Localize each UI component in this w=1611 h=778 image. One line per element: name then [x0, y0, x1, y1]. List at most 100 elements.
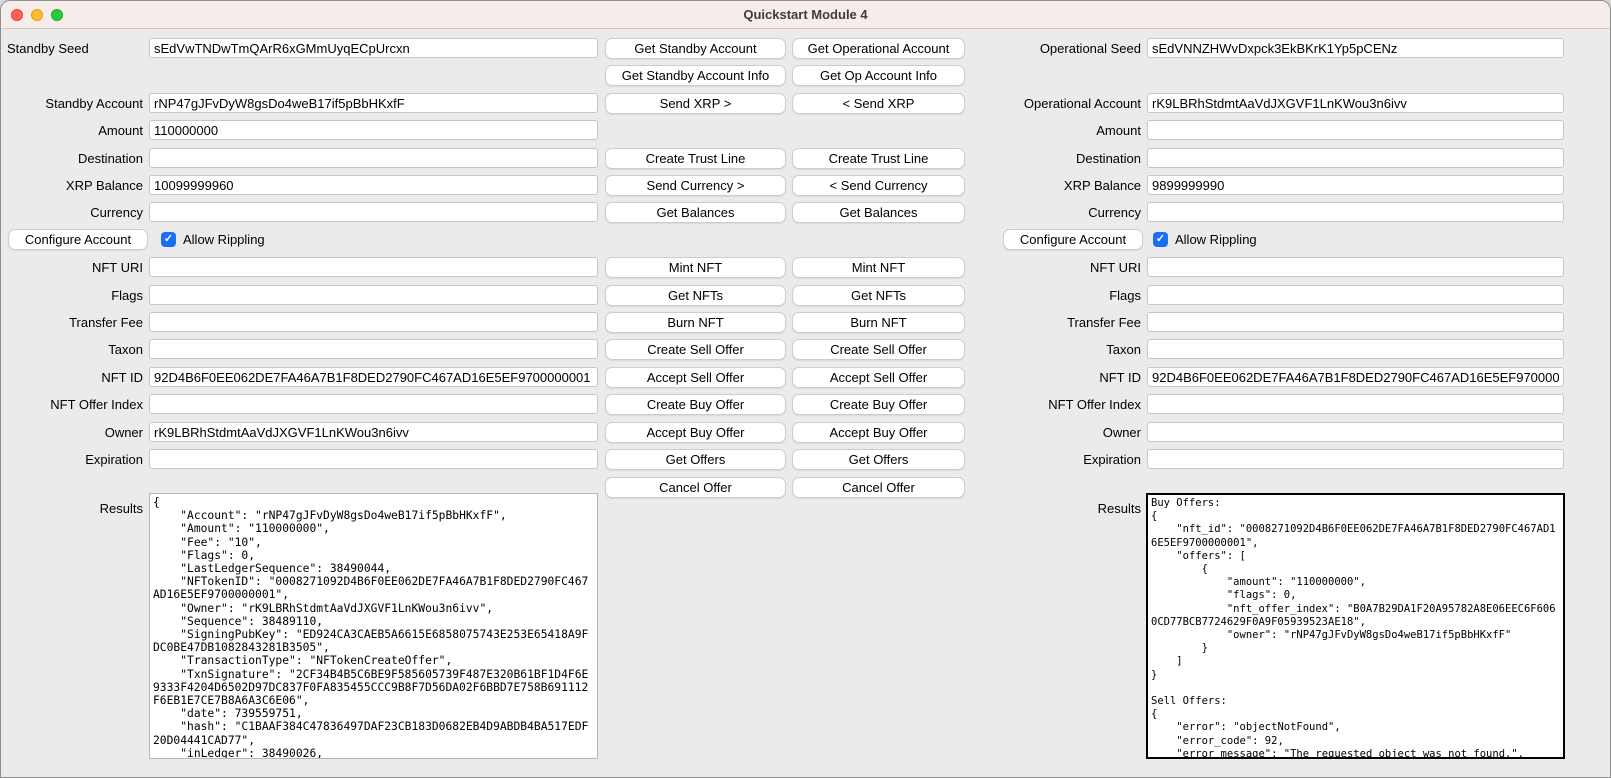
get-standby-account-button[interactable]: Get Standby Account: [605, 38, 786, 59]
operational-results-textarea[interactable]: Buy Offers: { "nft_id": "0008271092D4B6F…: [1146, 493, 1565, 759]
operational-transfer-fee-input[interactable]: [1147, 312, 1564, 332]
standby-create-buy-offer-button[interactable]: Create Buy Offer: [605, 394, 786, 415]
operational-results-label: Results: [979, 499, 1141, 519]
standby-seed-input[interactable]: [149, 38, 598, 58]
operational-get-nfts-button[interactable]: Get NFTs: [792, 285, 965, 306]
standby-nft-offer-index-label: NFT Offer Index: [1, 395, 143, 415]
standby-xrp-balance-input[interactable]: [149, 175, 598, 195]
standby-seed-label: Standby Seed: [7, 39, 149, 59]
operational-destination-label: Destination: [979, 149, 1141, 169]
operational-nft-offer-index-label: NFT Offer Index: [979, 395, 1141, 415]
operational-nft-id-input[interactable]: [1147, 367, 1564, 387]
standby-nft-id-input[interactable]: [149, 367, 598, 387]
standby-cancel-offer-button[interactable]: Cancel Offer: [605, 477, 786, 498]
operational-amount-label: Amount: [979, 121, 1141, 141]
operational-taxon-input[interactable]: [1147, 339, 1564, 359]
title-bar: Quickstart Module 4: [1, 1, 1610, 29]
standby-get-nfts-button[interactable]: Get NFTs: [605, 285, 786, 306]
checkmark-icon: ✓: [1156, 233, 1165, 245]
operational-seed-input[interactable]: [1147, 38, 1564, 58]
standby-create-sell-offer-button[interactable]: Create Sell Offer: [605, 339, 786, 360]
operational-create-buy-offer-button[interactable]: Create Buy Offer: [792, 394, 965, 415]
standby-account-input[interactable]: [149, 93, 598, 113]
standby-amount-input[interactable]: [149, 120, 598, 140]
app-window: Quickstart Module 4 Standby Seed Standby…: [0, 0, 1611, 778]
operational-mint-nft-button[interactable]: Mint NFT: [792, 257, 965, 278]
standby-expiration-input[interactable]: [149, 449, 598, 469]
standby-send-xrp-button[interactable]: Send XRP >: [605, 93, 786, 114]
operational-account-input[interactable]: [1147, 93, 1564, 113]
operational-burn-nft-button[interactable]: Burn NFT: [792, 312, 965, 333]
operational-accept-buy-offer-button[interactable]: Accept Buy Offer: [792, 422, 965, 443]
operational-currency-label: Currency: [979, 203, 1141, 223]
get-standby-account-info-button[interactable]: Get Standby Account Info: [605, 65, 786, 86]
operational-send-currency-button[interactable]: < Send Currency: [792, 175, 965, 196]
operational-get-offers-button[interactable]: Get Offers: [792, 449, 965, 470]
operational-seed-label: Operational Seed: [979, 39, 1141, 59]
get-op-account-info-button[interactable]: Get Op Account Info: [792, 65, 965, 86]
window-title: Quickstart Module 4: [1, 1, 1610, 29]
standby-taxon-input[interactable]: [149, 339, 598, 359]
standby-destination-input[interactable]: [149, 148, 598, 168]
standby-accept-buy-offer-button[interactable]: Accept Buy Offer: [605, 422, 786, 443]
standby-nft-uri-label: NFT URI: [1, 258, 143, 278]
operational-flags-label: Flags: [979, 286, 1141, 306]
operational-get-balances-button[interactable]: Get Balances: [792, 202, 965, 223]
standby-currency-label: Currency: [1, 203, 143, 223]
standby-flags-input[interactable]: [149, 285, 598, 305]
standby-allow-rippling-checkbox[interactable]: ✓: [161, 232, 176, 247]
operational-taxon-label: Taxon: [979, 340, 1141, 360]
operational-create-sell-offer-button[interactable]: Create Sell Offer: [792, 339, 965, 360]
standby-expiration-label: Expiration: [1, 450, 143, 470]
operational-amount-input[interactable]: [1147, 120, 1564, 140]
standby-amount-label: Amount: [1, 121, 143, 141]
operational-xrp-balance-label: XRP Balance: [979, 176, 1141, 196]
standby-transfer-fee-label: Transfer Fee: [1, 313, 143, 333]
operational-flags-input[interactable]: [1147, 285, 1564, 305]
operational-nft-uri-label: NFT URI: [979, 258, 1141, 278]
standby-currency-input[interactable]: [149, 202, 598, 222]
checkmark-icon: ✓: [164, 233, 173, 245]
standby-get-balances-button[interactable]: Get Balances: [605, 202, 786, 223]
standby-nft-offer-index-input[interactable]: [149, 394, 598, 414]
get-operational-account-button[interactable]: Get Operational Account: [792, 38, 965, 59]
operational-nft-offer-index-input[interactable]: [1147, 394, 1564, 414]
standby-nft-uri-input[interactable]: [149, 257, 598, 277]
operational-owner-input[interactable]: [1147, 422, 1564, 442]
operational-accept-sell-offer-button[interactable]: Accept Sell Offer: [792, 367, 965, 388]
standby-account-label: Standby Account: [1, 94, 143, 114]
operational-currency-input[interactable]: [1147, 202, 1564, 222]
standby-transfer-fee-input[interactable]: [149, 312, 598, 332]
operational-expiration-label: Expiration: [979, 450, 1141, 470]
operational-nft-id-label: NFT ID: [979, 368, 1141, 388]
standby-results-label: Results: [1, 499, 143, 519]
standby-create-trust-line-button[interactable]: Create Trust Line: [605, 148, 786, 169]
standby-owner-input[interactable]: [149, 422, 598, 442]
operational-destination-input[interactable]: [1147, 148, 1564, 168]
standby-owner-label: Owner: [1, 423, 143, 443]
standby-xrp-balance-label: XRP Balance: [1, 176, 143, 196]
standby-mint-nft-button[interactable]: Mint NFT: [605, 257, 786, 278]
operational-nft-uri-input[interactable]: [1147, 257, 1564, 277]
standby-accept-sell-offer-button[interactable]: Accept Sell Offer: [605, 367, 786, 388]
operational-cancel-offer-button[interactable]: Cancel Offer: [792, 477, 965, 498]
operational-owner-label: Owner: [979, 423, 1141, 443]
standby-configure-account-button[interactable]: Configure Account: [8, 229, 148, 250]
standby-get-offers-button[interactable]: Get Offers: [605, 449, 786, 470]
standby-destination-label: Destination: [1, 149, 143, 169]
operational-create-trust-line-button[interactable]: Create Trust Line: [792, 148, 965, 169]
standby-send-currency-button[interactable]: Send Currency >: [605, 175, 786, 196]
operational-configure-account-button[interactable]: Configure Account: [1003, 229, 1143, 250]
standby-results-textarea[interactable]: { "Account": "rNP47gJFvDyW8gsDo4weB17if5…: [149, 493, 598, 759]
operational-allow-rippling-label: Allow Rippling: [1175, 229, 1257, 250]
standby-allow-rippling-label: Allow Rippling: [183, 229, 265, 250]
operational-expiration-input[interactable]: [1147, 449, 1564, 469]
operational-transfer-fee-label: Transfer Fee: [979, 313, 1141, 333]
standby-burn-nft-button[interactable]: Burn NFT: [605, 312, 786, 333]
operational-xrp-balance-input[interactable]: [1147, 175, 1564, 195]
standby-nft-id-label: NFT ID: [1, 368, 143, 388]
standby-flags-label: Flags: [1, 286, 143, 306]
operational-allow-rippling-checkbox[interactable]: ✓: [1153, 232, 1168, 247]
operational-account-label: Operational Account: [979, 94, 1141, 114]
operational-send-xrp-button[interactable]: < Send XRP: [792, 93, 965, 114]
